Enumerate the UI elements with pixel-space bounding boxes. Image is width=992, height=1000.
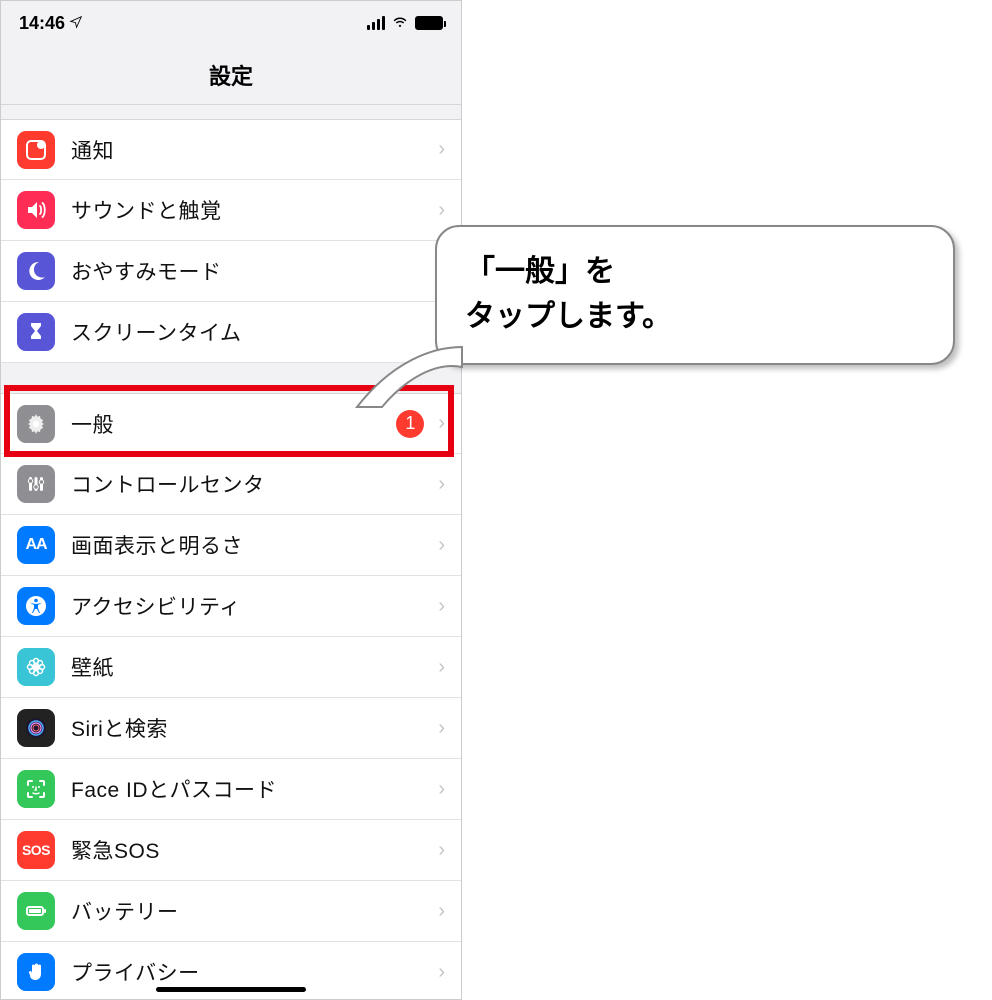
row-label: 一般 [71,409,396,439]
settings-row-display[interactable]: AA 画面表示と明るさ › [1,515,461,576]
settings-row-faceid[interactable]: Face IDとパスコード › [1,759,461,820]
settings-group-2: 一般 1 › コントロールセンタ › AA 画面表示と明るさ › アクセシビリテ… [1,393,461,1000]
sos-icon-text: SOS [22,842,50,858]
row-label: コントロールセンタ [71,469,430,499]
row-label: Face IDとパスコード [71,774,430,804]
location-icon [69,15,83,32]
battery-icon [415,16,443,30]
row-label: 緊急SOS [71,835,430,865]
home-indicator [156,987,306,992]
settings-row-notifications[interactable]: 通知 › [1,119,461,180]
settings-row-battery[interactable]: バッテリー › [1,881,461,942]
chevron-right-icon: › [438,839,445,862]
settings-row-sos[interactable]: SOS 緊急SOS › [1,820,461,881]
row-label: 画面表示と明るさ [71,530,430,560]
chevron-right-icon: › [438,138,445,161]
wifi-icon [391,12,409,35]
chevron-right-icon: › [438,961,445,984]
chevron-right-icon: › [438,778,445,801]
status-left: 14:46 [19,13,83,34]
siri-icon [17,709,55,747]
gear-icon [17,405,55,443]
settings-row-sounds[interactable]: サウンドと触覚 › [1,180,461,241]
phone-frame: 14:46 設定 通知 › [0,0,462,1000]
row-label: Siriと検索 [71,713,430,743]
row-label: 通知 [71,135,430,165]
row-label: アクセシビリティ [71,591,430,621]
row-label: 壁紙 [71,652,430,682]
nav-title-label: 設定 [209,59,253,91]
wallpaper-icon [17,648,55,686]
settings-group-1: 通知 › サウンドと触覚 › おやすみモード › スクリーンタイム › [1,119,461,363]
privacy-hand-icon [17,953,55,991]
chevron-right-icon: › [438,199,445,222]
chevron-right-icon: › [438,473,445,496]
sos-icon: SOS [17,831,55,869]
chevron-right-icon: › [438,534,445,557]
status-time: 14:46 [19,13,65,34]
row-label: サウンドと触覚 [71,195,430,225]
row-label: バッテリー [71,896,430,926]
settings-row-dnd[interactable]: おやすみモード › [1,241,461,302]
notification-icon [17,131,55,169]
chevron-right-icon: › [438,900,445,923]
settings-row-control-center[interactable]: コントロールセンタ › [1,454,461,515]
cellular-signal-icon [367,16,385,30]
settings-row-wallpaper[interactable]: 壁紙 › [1,637,461,698]
moon-icon [17,252,55,290]
status-bar: 14:46 [1,1,461,45]
sound-icon [17,191,55,229]
row-label: プライバシー [71,957,430,987]
chevron-right-icon: › [438,717,445,740]
sliders-icon [17,465,55,503]
row-label: おやすみモード [71,256,430,286]
callout-line1: 「一般」を [465,249,925,294]
status-right [367,12,443,35]
hourglass-icon [17,313,55,351]
callout-line2: タップします。 [465,294,925,339]
battery-row-icon [17,892,55,930]
display-brightness-icon: AA [17,526,55,564]
chevron-right-icon: › [438,595,445,618]
settings-row-siri[interactable]: Siriと検索 › [1,698,461,759]
chevron-right-icon: › [438,656,445,679]
accessibility-icon [17,587,55,625]
settings-row-accessibility[interactable]: アクセシビリティ › [1,576,461,637]
faceid-icon [17,770,55,808]
instruction-callout: 「一般」を タップします。 [435,225,955,365]
nav-title: 設定 [1,45,461,105]
